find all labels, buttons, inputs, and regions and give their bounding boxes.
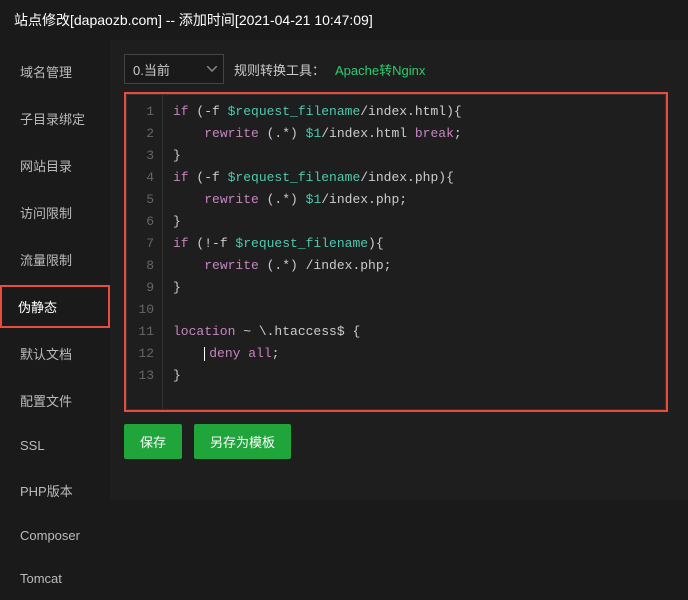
sidebar-item-subdir[interactable]: 子目录绑定 — [0, 95, 110, 142]
chevron-down-icon — [207, 66, 217, 72]
body: 域名管理 子目录绑定 网站目录 访问限制 流量限制 伪静态 默认文档 配置文件 … — [0, 40, 688, 500]
sidebar-item-tomcat[interactable]: Tomcat — [0, 557, 110, 600]
sidebar-item-config[interactable]: 配置文件 — [0, 377, 110, 424]
code-editor[interactable]: 12345678910111213 if (-f $request_filena… — [124, 92, 668, 412]
sidebar-item-default-doc[interactable]: 默认文档 — [0, 330, 110, 377]
sidebar-item-ssl[interactable]: SSL — [0, 424, 110, 467]
sidebar-item-domain[interactable]: 域名管理 — [0, 48, 110, 95]
window-title: 站点修改[dapaozb.com] -- 添加时间[2021-04-21 10:… — [0, 0, 688, 40]
save-button[interactable]: 保存 — [124, 424, 182, 459]
sidebar-item-traffic[interactable]: 流量限制 — [0, 236, 110, 283]
sidebar-item-webdir[interactable]: 网站目录 — [0, 142, 110, 189]
line-gutter: 12345678910111213 — [127, 95, 163, 409]
sidebar: 域名管理 子目录绑定 网站目录 访问限制 流量限制 伪静态 默认文档 配置文件 … — [0, 40, 110, 500]
code-area[interactable]: if (-f $request_filename/index.html){ re… — [163, 95, 665, 409]
sidebar-item-rewrite[interactable]: 伪静态 — [0, 285, 110, 328]
sidebar-item-composer[interactable]: Composer — [0, 514, 110, 557]
sidebar-item-php[interactable]: PHP版本 — [0, 467, 110, 514]
converter-link[interactable]: Apache转Nginx — [335, 60, 425, 79]
select-value: 0.当前 — [133, 60, 170, 79]
main-panel: 0.当前 规则转换工具： Apache转Nginx 12345678910111… — [110, 40, 688, 500]
sidebar-item-access[interactable]: 访问限制 — [0, 189, 110, 236]
save-template-button[interactable]: 另存为模板 — [194, 424, 291, 459]
template-select[interactable]: 0.当前 — [124, 54, 224, 84]
action-bar: 保存 另存为模板 — [124, 424, 668, 459]
toolbar: 0.当前 规则转换工具： Apache转Nginx — [124, 54, 668, 84]
converter-label: 规则转换工具： — [234, 60, 325, 79]
